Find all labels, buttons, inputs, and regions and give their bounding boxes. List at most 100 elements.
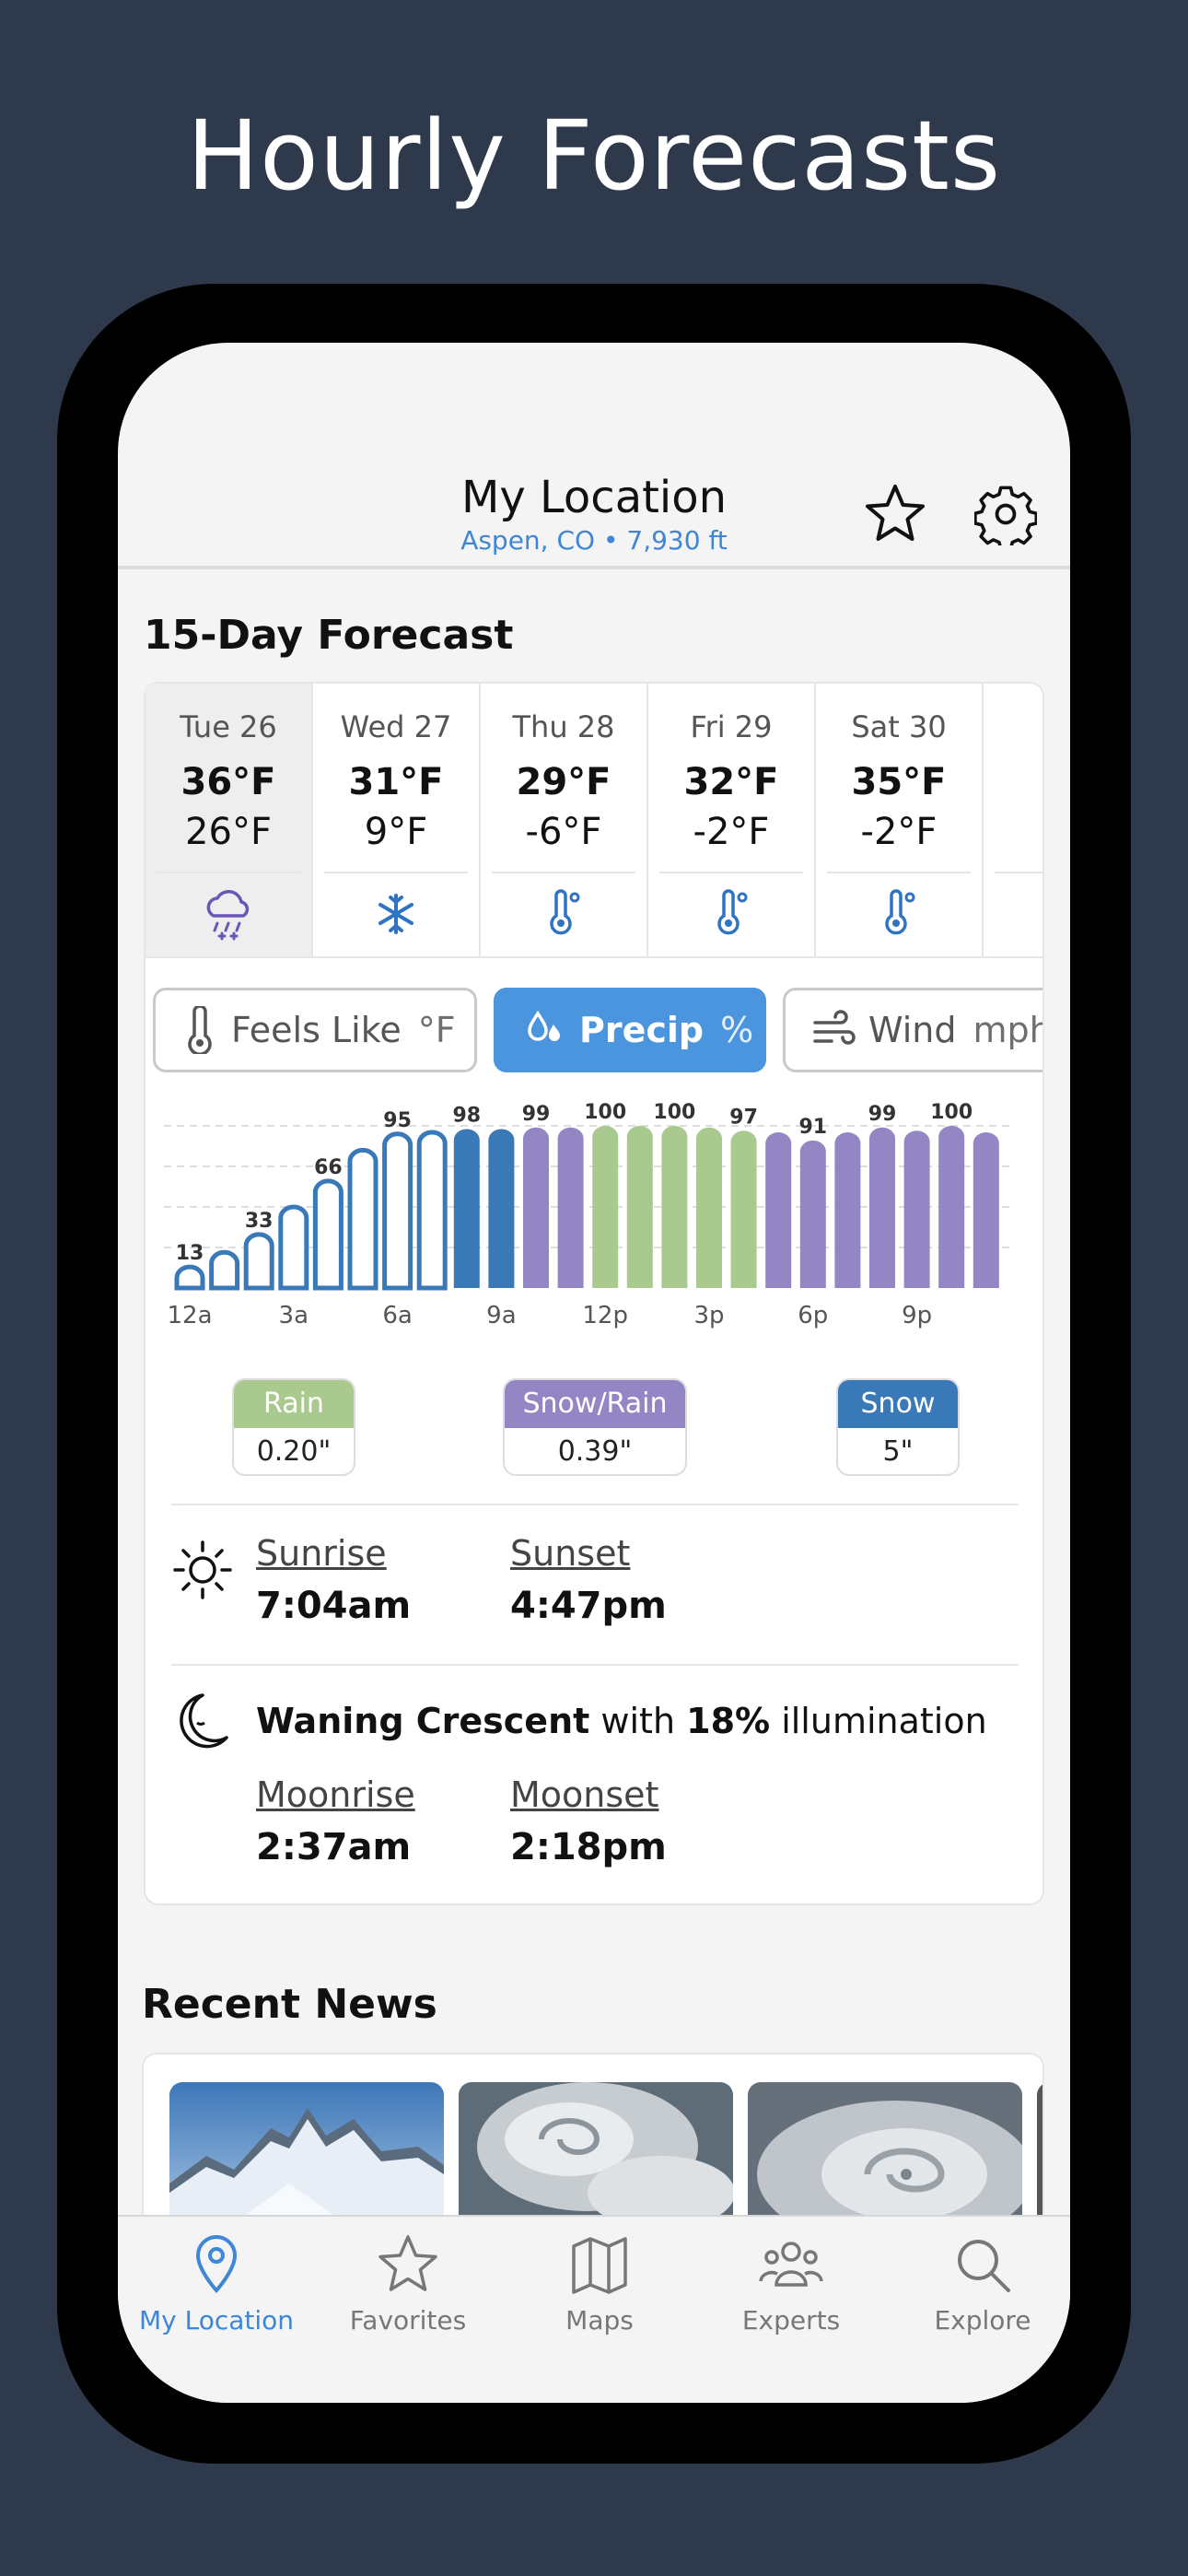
day-name: Su xyxy=(984,709,1042,744)
chart-bar xyxy=(765,1132,792,1288)
day-separator xyxy=(324,872,468,873)
tab-my-location[interactable]: My Location xyxy=(122,2231,311,2336)
star-icon xyxy=(379,2235,437,2291)
gear-icon xyxy=(973,486,1039,551)
location-pin-icon xyxy=(195,2234,238,2293)
day-separator xyxy=(827,872,971,873)
day-separator xyxy=(995,872,1042,873)
chart-data-label: 97 xyxy=(729,1106,758,1129)
tab-my-location-label: My Location xyxy=(138,2305,295,2336)
chart-bar xyxy=(382,1131,413,1291)
moon-illumination-word: illumination xyxy=(781,1701,987,1741)
app-screen: My Location Aspen, CO • 7,930 ft 15-Day … xyxy=(118,343,1070,2403)
chart-bar xyxy=(488,1129,515,1288)
day-name: Wed 27 xyxy=(340,709,452,744)
chart-bar xyxy=(347,1147,379,1291)
day-high-temp: 35°F xyxy=(851,761,947,803)
chart-bar xyxy=(799,1140,826,1288)
tab-experts[interactable]: Experts xyxy=(696,2231,886,2336)
thermometer-cold-icon xyxy=(1037,884,1042,943)
chart-bar xyxy=(243,1232,274,1291)
chart-x-tick-label: 12a xyxy=(167,1302,212,1329)
chart-x-tick-label: 12p xyxy=(582,1302,628,1329)
chart-x-tick-label: 9a xyxy=(486,1302,516,1329)
wind-toggle[interactable]: Wind mph xyxy=(783,988,1042,1072)
people-icon xyxy=(759,2242,823,2287)
moonrise-label[interactable]: Moonrise xyxy=(256,1774,415,1815)
chart-bar xyxy=(453,1129,480,1288)
sunrise-time: 7:04am xyxy=(256,1585,412,1627)
day-high-temp: 31°F xyxy=(348,761,444,803)
wind-label: Wind xyxy=(868,1010,957,1050)
moonset-label[interactable]: Moonset xyxy=(510,1774,658,1815)
day-column[interactable]: Su 4 2 xyxy=(984,684,1042,956)
day-column[interactable]: Thu 28 29°F -6°F xyxy=(481,684,648,956)
feels-like-label: Feels Like xyxy=(231,1010,402,1050)
day-high-temp: 29°F xyxy=(516,761,611,803)
wind-icon xyxy=(813,1010,856,1045)
day-column[interactable]: Wed 27 31°F 9°F xyxy=(313,684,481,956)
chart-x-tick-label: 6p xyxy=(798,1302,828,1329)
precip-toggle[interactable]: Precip % xyxy=(494,988,766,1072)
day-name: Tue 26 xyxy=(180,709,277,744)
chart-data-label: 99 xyxy=(868,1103,897,1126)
chart-data-label: 99 xyxy=(522,1103,551,1126)
star-icon xyxy=(866,485,925,541)
news-section-title: Recent News xyxy=(142,1981,437,2028)
legend-rain-amount: 0.20" xyxy=(256,1435,332,1468)
tab-maps-label: Maps xyxy=(565,2305,634,2336)
chart-data-label: 91 xyxy=(798,1116,827,1139)
page-headline: Hourly Forecasts xyxy=(186,100,1002,212)
divider xyxy=(171,1504,1019,1505)
news-image-storm-swirl[interactable] xyxy=(459,2082,733,2230)
legend-snow-label: Snow xyxy=(838,1380,958,1428)
tab-explore[interactable]: Explore xyxy=(888,2231,1070,2336)
chart-bar xyxy=(592,1126,619,1288)
moon-phase-line: Waning Crescent with 18% illumination xyxy=(256,1701,987,1741)
chart-bar xyxy=(973,1132,999,1288)
day-separator xyxy=(659,872,803,873)
feels-like-toggle[interactable]: Feels Like °F xyxy=(153,988,477,1072)
tab-bar: My Location Favorites Maps Experts Explo… xyxy=(118,2215,1070,2403)
legend-snow: Snow 5" xyxy=(836,1378,960,1476)
thermometer-icon xyxy=(188,1006,212,1054)
chart-bar xyxy=(903,1130,930,1288)
forecast-card: Tue 26 36°F 26°F Wed 27 31°F 9°F Thu 28 29°F -6°… xyxy=(144,682,1044,1905)
tab-favorites[interactable]: Favorites xyxy=(313,2231,503,2336)
chart-data-label: 66 xyxy=(314,1156,343,1179)
chart-data-label: 33 xyxy=(245,1210,274,1233)
precip-unit: % xyxy=(720,1010,754,1050)
sunrise-label[interactable]: Sunrise xyxy=(256,1533,387,1574)
chart-bar xyxy=(209,1249,240,1291)
tab-maps[interactable]: Maps xyxy=(505,2231,694,2336)
day-column[interactable]: Fri 29 32°F -2°F xyxy=(648,684,816,956)
chart-bar xyxy=(626,1126,653,1288)
legend-snow-rain: Snow/Rain 0.39" xyxy=(503,1378,687,1476)
moon-illumination-value: 18% xyxy=(686,1701,771,1741)
day-column[interactable]: Sat 30 35°F -2°F xyxy=(816,684,984,956)
sunset-label[interactable]: Sunset xyxy=(510,1533,630,1574)
chart-data-label: 95 xyxy=(383,1109,412,1132)
settings-button[interactable] xyxy=(973,483,1041,551)
moon-crescent-icon xyxy=(180,1693,228,1749)
thermometer-cold-icon xyxy=(534,884,593,943)
news-image-mountains[interactable] xyxy=(169,2082,444,2230)
precip-label: Precip xyxy=(579,1010,705,1050)
day-name: Thu 28 xyxy=(512,709,615,744)
day-low-temp: 26°F xyxy=(185,811,272,853)
chart-bar xyxy=(312,1178,344,1291)
header-divider xyxy=(118,566,1070,569)
thermometer-cold-icon xyxy=(702,884,761,943)
chart-data-label: 13 xyxy=(176,1242,204,1265)
news-image-partial[interactable] xyxy=(1037,2082,1042,2230)
chart-bar xyxy=(834,1132,861,1288)
legend-snow-amount: 5" xyxy=(882,1435,914,1468)
chart-bar xyxy=(730,1130,757,1288)
day-strip[interactable]: Tue 26 36°F 26°F Wed 27 31°F 9°F Thu 28 29°F -6°… xyxy=(146,684,1042,958)
day-low-temp: -2°F xyxy=(693,811,770,853)
legend-snow-rain-amount: 0.39" xyxy=(557,1435,633,1468)
news-image-hurricane[interactable] xyxy=(748,2082,1022,2230)
favorite-star-button[interactable] xyxy=(862,481,928,547)
moon-phase: Waning Crescent xyxy=(256,1701,590,1741)
day-column[interactable]: Tue 26 36°F 26°F xyxy=(146,684,313,956)
